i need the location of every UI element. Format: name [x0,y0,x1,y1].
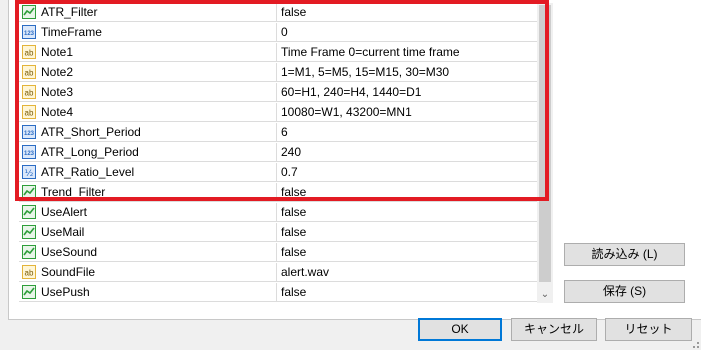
load-button[interactable]: 読み込み (L) [564,243,685,266]
param-name-cell: ab SoundFile [19,263,277,282]
table-row[interactable]: ab Note4 10080=W1, 43200=MN1 [19,103,537,122]
param-name: UseSound [41,245,98,259]
string-icon: ab [22,105,36,119]
table-row[interactable]: ½ ATR_Ratio_Level 0.7 [19,163,537,182]
param-name-cell: UsePush [19,283,277,302]
param-name-cell: Trend_Filter [19,183,277,202]
param-name-cell: ATR_Filter [19,3,277,22]
table-row[interactable]: UseAlert false [19,203,537,222]
bool-icon [22,285,36,299]
param-value[interactable]: false [281,203,306,222]
int-icon: 123 [22,25,36,39]
int-icon: 123 [22,145,36,159]
svg-text:ab: ab [25,109,34,118]
table-row[interactable]: ab Note2 1=M1, 5=M5, 15=M15, 30=M30 [19,63,537,82]
param-value[interactable]: alert.wav [281,263,329,282]
table-row[interactable]: UsePush false [19,283,537,302]
bool-icon [22,205,36,219]
cancel-button[interactable]: キャンセル [511,318,597,341]
string-icon: ab [22,65,36,79]
param-name: Note1 [41,45,74,59]
param-value[interactable]: false [281,223,306,242]
table-row[interactable]: ATR_Filter false [19,3,537,22]
param-name-cell: 123 ATR_Long_Period [19,143,277,162]
param-name-cell: UseMail [19,223,277,242]
param-value[interactable]: false [281,183,306,202]
svg-text:123: 123 [24,151,35,157]
table-row[interactable]: 123 ATR_Long_Period 240 [19,143,537,162]
param-name-cell: ab Note4 [19,103,277,122]
param-name: Trend_Filter [41,185,106,199]
param-name: UsePush [41,285,90,299]
param-name-cell: 123 TimeFrame [19,23,277,42]
param-value[interactable]: Time Frame 0=current time frame [281,43,460,62]
param-name-cell: UseSound [19,243,277,262]
param-name: ATR_Filter [41,5,98,19]
param-name-cell: UseAlert [19,203,277,222]
svg-text:ab: ab [25,269,34,278]
param-value[interactable]: 60=H1, 240=H4, 1440=D1 [281,83,421,102]
svg-text:ab: ab [25,69,34,78]
param-value[interactable]: false [281,243,306,262]
param-name-cell: ab Note3 [19,83,277,102]
table-row[interactable]: 123 ATR_Short_Period 6 [19,123,537,142]
param-name-cell: ab Note2 [19,63,277,82]
reset-button[interactable]: リセット [605,318,692,341]
svg-text:123: 123 [24,31,35,37]
int-icon: 123 [22,125,36,139]
string-icon: ab [22,45,36,59]
param-name-cell: 123 ATR_Short_Period [19,123,277,142]
param-value[interactable]: 10080=W1, 43200=MN1 [281,103,412,122]
table-row[interactable]: 123 TimeFrame 0 [19,23,537,42]
param-name: UseAlert [41,205,88,219]
string-icon: ab [22,265,36,279]
table-row[interactable]: ab Note1 Time Frame 0=current time frame [19,43,537,62]
vertical-scrollbar[interactable]: ⌄ [537,3,553,303]
param-value[interactable]: 0.7 [281,163,298,182]
table-row[interactable]: ab SoundFile alert.wav [19,263,537,282]
svg-text:ab: ab [25,49,34,58]
param-name: TimeFrame [41,25,102,39]
table-row[interactable]: Trend_Filter false [19,183,537,202]
svg-text:½: ½ [25,169,34,179]
param-name: Note3 [41,85,74,99]
string-icon: ab [22,85,36,99]
table-row[interactable]: UseSound false [19,243,537,262]
bool-icon [22,185,36,199]
param-value[interactable]: 240 [281,143,301,162]
param-name-cell: ½ ATR_Ratio_Level [19,163,277,182]
svg-text:123: 123 [24,131,35,137]
ok-button[interactable]: OK [418,318,502,341]
scroll-down-arrow-icon[interactable]: ⌄ [540,288,550,302]
param-value[interactable]: 6 [281,123,288,142]
param-name: Note2 [41,65,74,79]
parameters-table: ATR_Filter false 123 TimeFrame 0 ab Note1 Time … [19,3,537,303]
param-value[interactable]: false [281,3,306,22]
bool-icon [22,5,36,19]
param-name: ATR_Long_Period [41,145,139,159]
table-row[interactable]: UseMail false [19,223,537,242]
param-name: Note4 [41,105,74,119]
param-name: SoundFile [41,265,96,279]
param-name: ATR_Short_Period [41,125,141,139]
save-button[interactable]: 保存 (S) [564,280,685,303]
param-value[interactable]: false [281,283,306,302]
resize-grip-icon[interactable] [690,340,701,350]
bool-icon [22,245,36,259]
svg-text:ab: ab [25,89,34,98]
param-value[interactable]: 1=M1, 5=M5, 15=M15, 30=M30 [281,63,449,82]
bool-icon [22,225,36,239]
scrollbar-thumb[interactable] [539,5,551,282]
param-name-cell: ab Note1 [19,43,277,62]
param-name: UseMail [41,225,85,239]
param-value[interactable]: 0 [281,23,288,42]
double-icon: ½ [22,165,36,179]
table-row[interactable]: ab Note3 60=H1, 240=H4, 1440=D1 [19,83,537,102]
param-name: ATR_Ratio_Level [41,165,135,179]
